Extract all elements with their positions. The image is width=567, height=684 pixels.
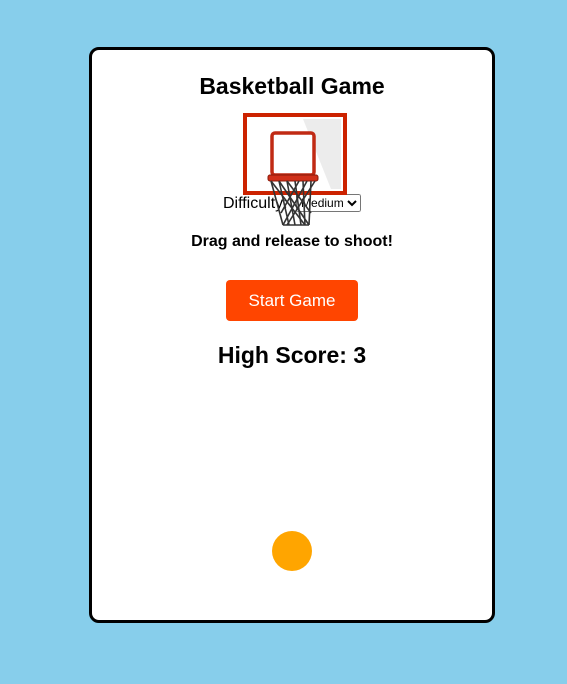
game-card: Basketball Game Time: 30s Difficulty: Me… — [89, 47, 495, 623]
start-game-button[interactable]: Start Game — [226, 280, 358, 321]
instructions-text: Drag and release to shoot! — [191, 233, 393, 250]
hoop-rim — [267, 174, 319, 182]
basketball-hoop-icon — [243, 113, 347, 226]
high-score: High Score: 3 — [217, 342, 367, 368]
game-title: Basketball Game — [199, 73, 385, 99]
backboard-target-square — [270, 131, 316, 177]
basketball-ball[interactable] — [272, 531, 312, 571]
